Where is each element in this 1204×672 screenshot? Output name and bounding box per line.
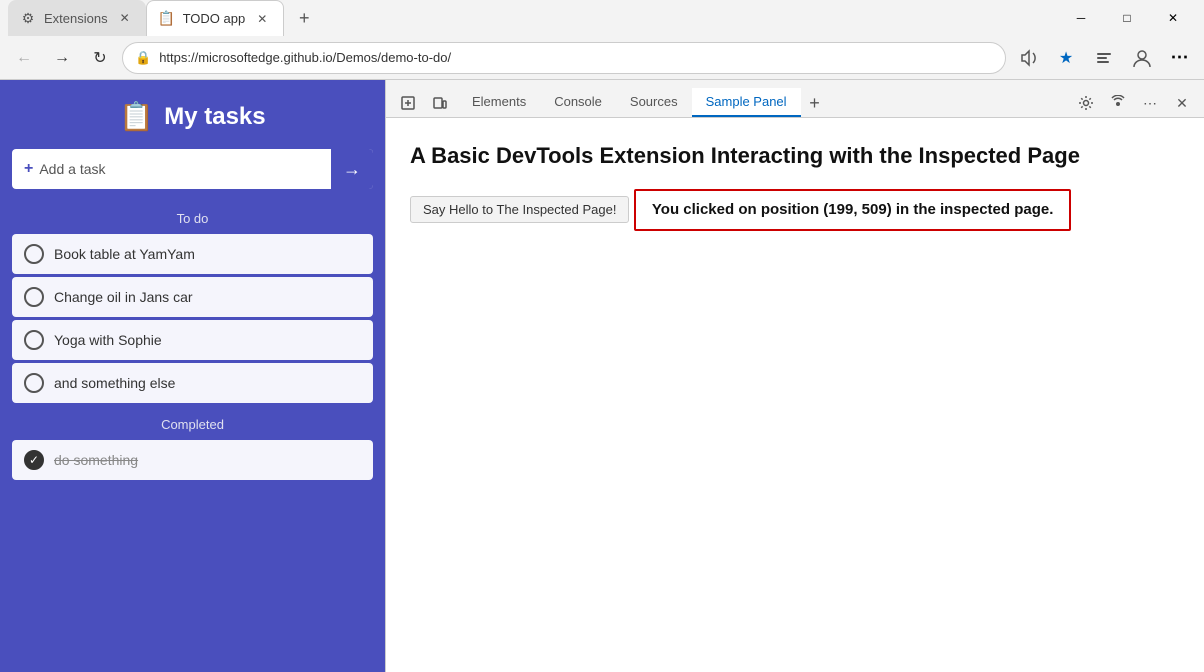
tab-extensions[interactable]: ⚙ Extensions ✕ [8,0,146,36]
todo-checkbox-2[interactable] [24,287,44,307]
add-task-row[interactable]: + Add a task → [12,149,373,189]
devtools-settings-icon[interactable] [1072,89,1100,117]
browser-frame: ⚙ Extensions ✕ 📋 TODO app ✕ + ─ □ ✕ ← → … [0,0,1204,672]
hello-button[interactable]: Say Hello to The Inspected Page! [410,196,629,223]
devtools-tab-new[interactable]: + [801,89,829,117]
devtools-tab-sources[interactable]: Sources [616,88,692,117]
add-task-button[interactable]: → [331,149,373,189]
devtools-panel: Elements Console Sources Sample Panel + [385,80,1204,672]
window-controls: ─ □ ✕ [1058,0,1196,36]
devtools-device-icon[interactable] [426,89,454,117]
new-tab-button[interactable]: + [288,2,320,34]
devtools-content: A Basic DevTools Extension Interacting w… [386,118,1204,672]
todo-panel: 📋 My tasks + Add a task → To do Book tab… [0,80,385,672]
completed-section-label: Completed [0,403,385,440]
add-plus-icon: + [24,160,33,178]
completed-item-label-1: do something [54,452,138,468]
tab-todo[interactable]: 📋 TODO app ✕ [146,0,285,36]
list-item[interactable]: do something [12,440,373,480]
favorites-button[interactable]: ★ [1050,42,1082,74]
lock-icon: 🔒 [135,50,151,66]
todo-checkbox-1[interactable] [24,244,44,264]
click-message-box: You clicked on position (199, 509) in th… [634,189,1071,231]
devtools-broadcast-icon[interactable] [1104,89,1132,117]
list-item[interactable]: and something else [12,363,373,403]
main-content: 📋 My tasks + Add a task → To do Book tab… [0,80,1204,672]
completed-list: do something [0,440,385,480]
todo-item-label-3: Yoga with Sophie [54,332,162,348]
address-bar: ← → ↻ 🔒 https://microsoftedge.github.io/… [0,36,1204,80]
forward-button[interactable]: → [46,42,78,74]
devtools-tab-elements[interactable]: Elements [458,88,540,117]
profile-button[interactable] [1126,42,1158,74]
address-input[interactable]: 🔒 https://microsoftedge.github.io/Demos/… [122,42,1006,74]
todo-item-label-2: Change oil in Jans car [54,289,193,305]
add-task-text: Add a task [39,161,105,177]
list-item[interactable]: Yoga with Sophie [12,320,373,360]
extensions-tab-icon: ⚙ [20,10,36,26]
todo-checkbox-4[interactable] [24,373,44,393]
devtools-inspect-icon[interactable] [394,89,422,117]
close-button[interactable]: ✕ [1150,0,1196,36]
todo-checkbox-3[interactable] [24,330,44,350]
devtools-tab-controls: ⋯ ✕ [1072,89,1196,117]
tab-search-button[interactable] [1088,42,1120,74]
more-options-button[interactable]: ⋯ [1164,42,1196,74]
address-actions: ★ ⋯ [1012,42,1196,74]
todo-tab-close[interactable]: ✕ [253,10,271,28]
todo-title: My tasks [164,103,265,131]
todo-list: Book table at YamYam Change oil in Jans … [0,234,385,403]
list-item[interactable]: Change oil in Jans car [12,277,373,317]
devtools-tabs-bar: Elements Console Sources Sample Panel + [386,80,1204,118]
todo-tab-label: TODO app [183,11,246,26]
completed-checkbox-1[interactable] [24,450,44,470]
address-url: https://microsoftedge.github.io/Demos/de… [159,50,993,65]
refresh-button[interactable]: ↻ [84,42,116,74]
read-aloud-button[interactable] [1012,42,1044,74]
todo-section-label: To do [0,205,385,234]
todo-item-label-1: Book table at YamYam [54,246,195,262]
extensions-tab-close[interactable]: ✕ [116,9,134,27]
todo-tab-icon: 📋 [159,11,175,27]
add-arrow-icon: → [343,159,361,180]
todo-item-label-4: and something else [54,375,175,391]
devtools-tab-sample-panel[interactable]: Sample Panel [692,88,801,117]
todo-header: 📋 My tasks [0,80,385,149]
click-message-text: You clicked on position (199, 509) in th… [652,201,1053,218]
devtools-close-icon[interactable]: ✕ [1168,89,1196,117]
minimize-button[interactable]: ─ [1058,0,1104,36]
todo-header-icon: 📋 [119,100,154,133]
extensions-tab-label: Extensions [44,11,108,26]
devtools-tab-icons [394,89,454,117]
add-task-label: + Add a task [12,150,331,188]
devtools-tab-console[interactable]: Console [540,88,616,117]
maximize-button[interactable]: □ [1104,0,1150,36]
title-bar: ⚙ Extensions ✕ 📋 TODO app ✕ + ─ □ ✕ [0,0,1204,36]
devtools-more-icon[interactable]: ⋯ [1136,89,1164,117]
back-button[interactable]: ← [8,42,40,74]
devtools-heading: A Basic DevTools Extension Interacting w… [410,142,1180,171]
list-item[interactable]: Book table at YamYam [12,234,373,274]
